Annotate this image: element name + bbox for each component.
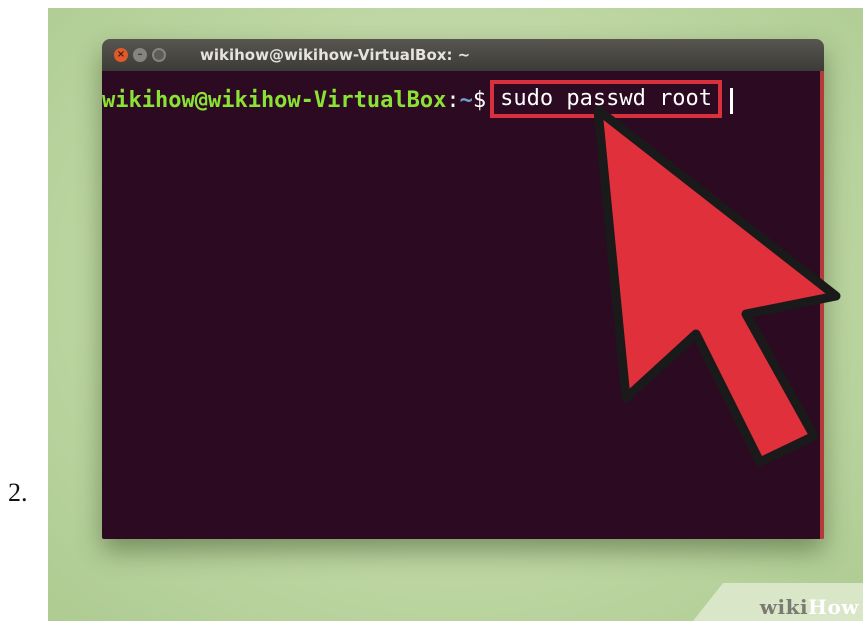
illustration: × – wikihow@wikihow-VirtualBox: ~ wikiho… (48, 8, 863, 621)
prompt-user: wikihow@wikihow-VirtualBox (102, 88, 447, 113)
wikihow-watermark: wikiHow (693, 583, 863, 621)
minimize-icon[interactable]: – (133, 48, 147, 62)
prompt-path: ~ (459, 88, 473, 113)
watermark-wiki: wiki (759, 595, 809, 619)
window-title: wikihow@wikihow-VirtualBox: ~ (200, 46, 471, 64)
close-icon[interactable]: × (114, 48, 128, 62)
maximize-icon[interactable] (152, 48, 166, 62)
prompt-symbol: $ (472, 88, 487, 113)
step-number: 2. (8, 478, 28, 507)
cursor-arrow-icon (593, 105, 841, 467)
watermark-how: How (808, 595, 859, 619)
prompt-separator: : (446, 88, 460, 113)
titlebar[interactable]: × – wikihow@wikihow-VirtualBox: ~ (102, 39, 824, 71)
